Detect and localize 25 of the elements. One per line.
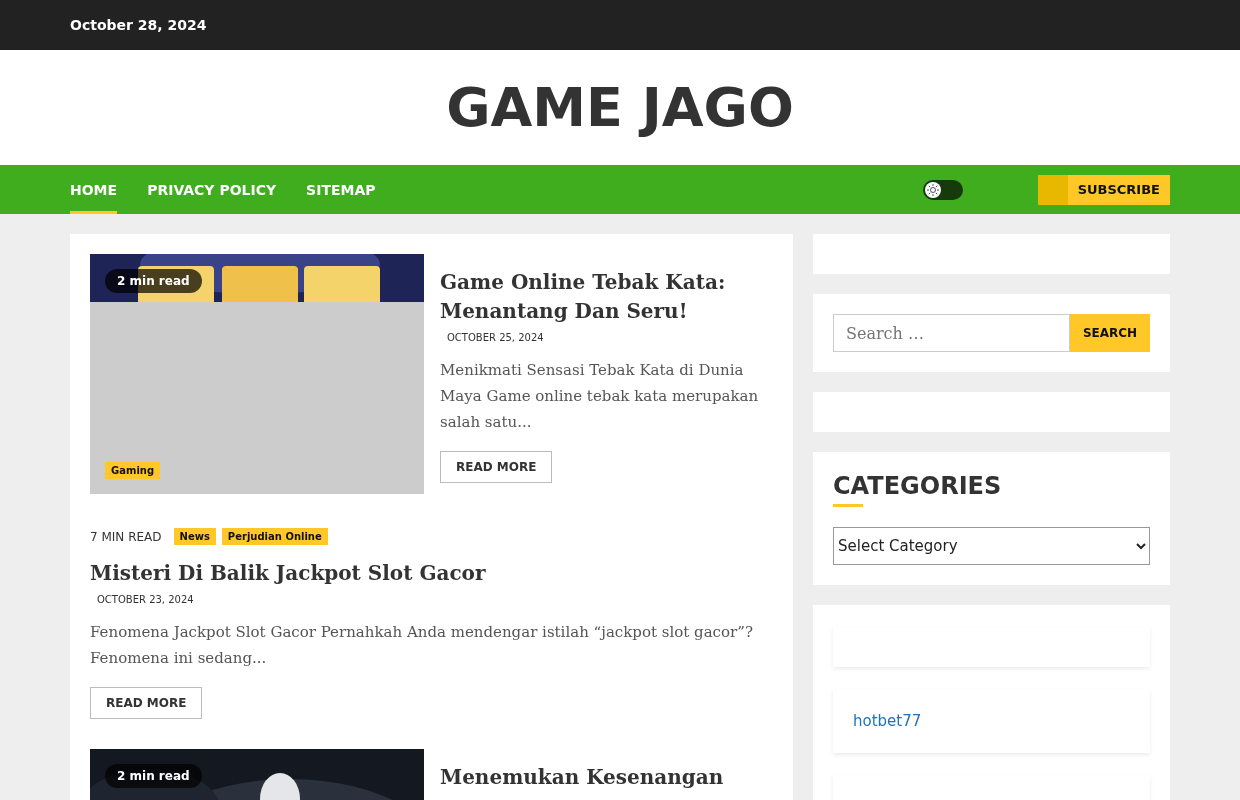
article-title[interactable]: Game Online Tebak Kata: Menantang Dan Seru! (440, 268, 773, 326)
article-title[interactable]: Menemukan Kesenangan (440, 763, 724, 792)
read-time: 7 MIN READ (90, 529, 162, 544)
article-date: OCTOBER 23, 2024 (97, 594, 194, 605)
search-button[interactable]: SEARCH (1070, 314, 1150, 352)
category-select[interactable]: Select Category (833, 527, 1150, 565)
current-date: October 28, 2024 (70, 17, 207, 33)
search-field[interactable]: Search … (833, 314, 1070, 352)
read-time: 2 min read (105, 764, 202, 788)
category-tag[interactable]: News (173, 528, 216, 545)
category-tag[interactable]: Perjudian Online (221, 528, 328, 545)
subscribe-button[interactable]: SUBSCRIBE (1037, 174, 1170, 205)
category-tag[interactable]: Gaming (105, 462, 161, 479)
widget-title: CATEGORIES (833, 472, 1002, 502)
sidebar-link[interactable]: hotbet77 (853, 712, 922, 730)
article-excerpt: Fenomena Jackpot Slot Gacor Pernahkah Anda mendengar istilah “jackpot slot gacor”? Fenomena ini sedang... (90, 622, 754, 669)
article-excerpt: Menikmati Sensasi Tebak Kata di Dunia Maya Game online tebak kata merupakan salah satu... (440, 360, 760, 433)
article-date: OCTOBER 25, 2024 (447, 332, 544, 343)
read-time: 2 min read (105, 269, 202, 293)
article-title[interactable]: Misteri Di Balik Jackpot Slot Gacor (90, 559, 486, 588)
site-title[interactable]: GAME JAGO (446, 76, 794, 139)
theme-toggle[interactable] (922, 179, 963, 200)
read-more-button[interactable]: READ MORE (440, 451, 553, 483)
read-more-button[interactable]: READ MORE (90, 687, 203, 719)
sun-icon (924, 181, 941, 198)
